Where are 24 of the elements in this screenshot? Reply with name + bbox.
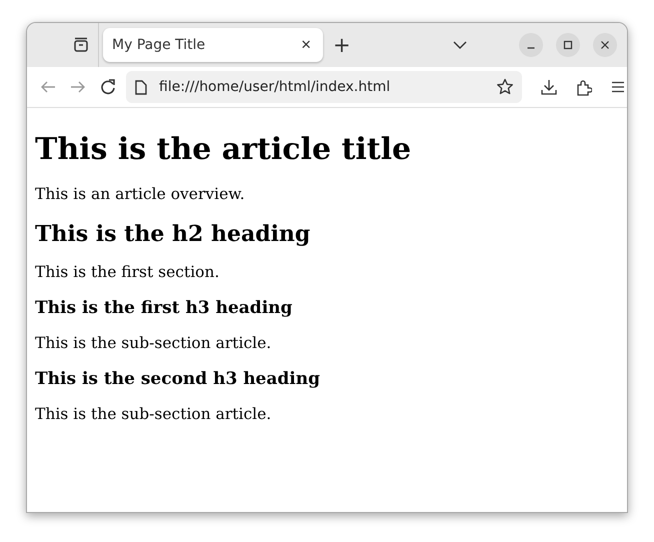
url-text: file:///home/user/html/index.html	[159, 79, 390, 95]
close-button[interactable]	[593, 33, 617, 57]
download-icon[interactable]	[541, 79, 557, 95]
maximize-button[interactable]	[556, 33, 580, 57]
paragraph: This is the sub-section article.	[35, 334, 272, 352]
reload-icon[interactable]	[100, 79, 116, 95]
tab-title: My Page Title	[112, 37, 206, 53]
tab-close-button[interactable]: ×	[297, 35, 315, 55]
subsection-heading: This is the second h3 heading	[35, 369, 321, 389]
chevron-down-icon[interactable]	[453, 41, 467, 49]
address-bar[interactable]: file:///home/user/html/index.html	[126, 71, 522, 103]
section-heading: This is the h2 heading	[35, 221, 312, 247]
puzzle-icon[interactable]	[576, 78, 592, 96]
star-icon[interactable]	[496, 78, 514, 96]
paragraph: This is the sub-section article.	[35, 405, 272, 423]
menu-icon[interactable]	[611, 81, 625, 93]
new-tab-button[interactable]: +	[329, 33, 355, 57]
tab-overview-icon[interactable]	[72, 36, 90, 54]
browser-tab[interactable]: My Page Title ×	[103, 28, 323, 62]
subsection-heading: This is the first h3 heading	[35, 298, 294, 318]
paragraph: This is an article overview.	[35, 185, 246, 203]
paragraph: This is the first section.	[35, 263, 220, 281]
page-icon	[135, 80, 147, 94]
article-title: This is the article title	[35, 132, 412, 167]
